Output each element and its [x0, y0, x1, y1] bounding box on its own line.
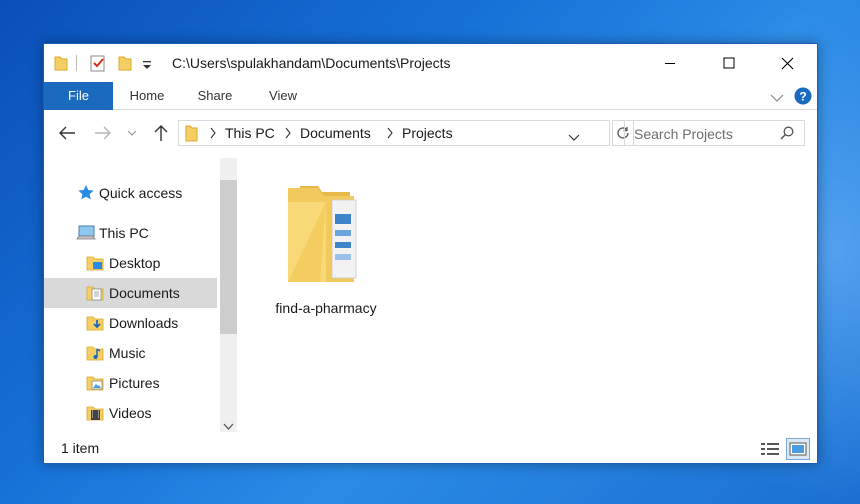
navigation-pane-scrollbar[interactable]	[220, 158, 237, 432]
status-bar: 1 item	[44, 432, 817, 464]
sidebar-item-pictures[interactable]: Pictures	[44, 368, 217, 398]
up-button[interactable]	[150, 122, 172, 144]
tab-share[interactable]: Share	[192, 82, 238, 110]
desktop-folder-icon	[86, 254, 104, 272]
svg-text:?: ?	[799, 90, 806, 104]
address-bar[interactable]: This PC Documents Projects	[178, 120, 610, 146]
address-history-dropdown-icon[interactable]	[568, 129, 580, 145]
chevron-right-icon[interactable]	[284, 126, 292, 143]
scrollbar-thumb[interactable]	[220, 180, 237, 334]
recent-locations-icon[interactable]	[121, 122, 143, 144]
sidebar-item-videos[interactable]: Videos	[44, 398, 217, 428]
sidebar-item-music[interactable]: Music	[44, 338, 217, 368]
close-button[interactable]	[758, 44, 816, 82]
sidebar-item-label: Desktop	[109, 255, 161, 271]
details-view-icon[interactable]	[758, 438, 782, 460]
chevron-right-icon[interactable]	[209, 126, 217, 143]
content-pane: find-a-pharmacy	[242, 156, 817, 432]
sidebar-item-documents[interactable]: Documents	[44, 278, 217, 308]
folder-icon	[185, 124, 198, 145]
documents-folder-icon	[86, 284, 104, 302]
customize-toolbar-icon[interactable]	[142, 56, 152, 74]
minimize-button[interactable]	[641, 44, 699, 82]
search-icon[interactable]	[780, 126, 794, 143]
pictures-folder-icon	[86, 374, 104, 392]
star-icon	[77, 184, 95, 202]
chevron-right-icon[interactable]	[386, 126, 394, 143]
tab-home[interactable]: Home	[124, 82, 170, 110]
breadcrumb-projects[interactable]: Projects	[402, 125, 453, 141]
ribbon: File Home Share View ?	[44, 82, 817, 110]
folder-icon	[286, 180, 366, 287]
sidebar-item-quick-access[interactable]: Quick access	[44, 178, 217, 208]
new-folder-icon[interactable]	[118, 54, 132, 72]
folder-name: find-a-pharmacy	[275, 300, 377, 316]
sidebar-item-label: Quick access	[99, 185, 183, 201]
separator	[76, 55, 77, 71]
tab-file[interactable]: File	[44, 82, 113, 110]
sidebar-item-label: Documents	[109, 285, 180, 301]
back-button[interactable]	[56, 122, 78, 144]
sidebar-item-label: Pictures	[109, 375, 160, 391]
title-bar: C:\Users\spulakhandam\Documents\Projects	[44, 44, 817, 82]
videos-folder-icon	[86, 404, 104, 422]
tab-view[interactable]: View	[260, 82, 306, 110]
maximize-button[interactable]	[700, 44, 758, 82]
sidebar-item-downloads[interactable]: Downloads	[44, 308, 217, 338]
sidebar-item-label: Downloads	[109, 315, 179, 331]
sidebar-item-this-pc[interactable]: This PC	[44, 218, 217, 248]
large-icons-view-icon[interactable]	[786, 438, 810, 460]
navigation-pane: Quick access This PC Desktop Documents D…	[44, 156, 239, 432]
sidebar-item-desktop[interactable]: Desktop	[44, 248, 217, 278]
item-count: 1 item	[61, 440, 100, 456]
search-input[interactable]: Search Projects	[624, 120, 805, 146]
window-title: C:\Users\spulakhandam\Documents\Projects	[172, 55, 451, 71]
downloads-folder-icon	[86, 314, 104, 332]
folder-item[interactable]: find-a-pharmacy	[270, 176, 382, 316]
help-icon[interactable]: ?	[794, 87, 812, 108]
folder-icon	[54, 54, 68, 72]
navigation-bar: This PC Documents Projects Search Projec…	[44, 110, 817, 154]
music-folder-icon	[86, 344, 104, 362]
breadcrumb-this-pc[interactable]: This PC	[225, 125, 275, 141]
search-placeholder: Search Projects	[634, 126, 733, 142]
breadcrumb-documents[interactable]: Documents	[300, 125, 371, 141]
expand-ribbon-icon[interactable]	[770, 90, 784, 106]
sidebar-item-label: This PC	[99, 225, 149, 241]
forward-button[interactable]	[92, 122, 114, 144]
sidebar-item-label: Videos	[109, 405, 152, 421]
file-explorer-window: C:\Users\spulakhandam\Documents\Projects…	[43, 43, 818, 464]
properties-icon[interactable]	[90, 54, 106, 72]
computer-icon	[76, 224, 96, 242]
sidebar-item-label: Music	[109, 345, 146, 361]
